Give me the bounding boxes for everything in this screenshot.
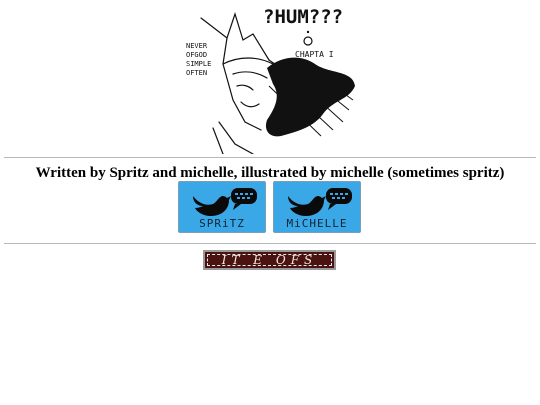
michelle-twitter-link[interactable]: MiCHELLE [273, 181, 361, 233]
divider-bottom [4, 243, 536, 244]
spritz-label: SPRiTZ [199, 217, 245, 230]
side-scribble-text: NEVER OFGOD SIMPLE OFTEN [186, 42, 212, 77]
michelle-label: MiCHELLE [286, 217, 348, 230]
comic-banner-illustration: ?HUM??? CHAPTA I NEVER OFGOD SIMPLE OFTE… [183, 4, 359, 155]
spritz-twitter-link[interactable]: SPRiTZ [178, 181, 266, 233]
chapter-label: CHAPTA I [295, 50, 334, 59]
speech-bubble-text: ?HUM??? [263, 6, 344, 28]
archive-link-button[interactable]: IT E OFS [203, 250, 336, 270]
archive-label: IT E OFS [221, 253, 318, 267]
divider-top [4, 157, 536, 158]
credits-text: Written by Spritz and michelle, illustra… [35, 165, 505, 181]
